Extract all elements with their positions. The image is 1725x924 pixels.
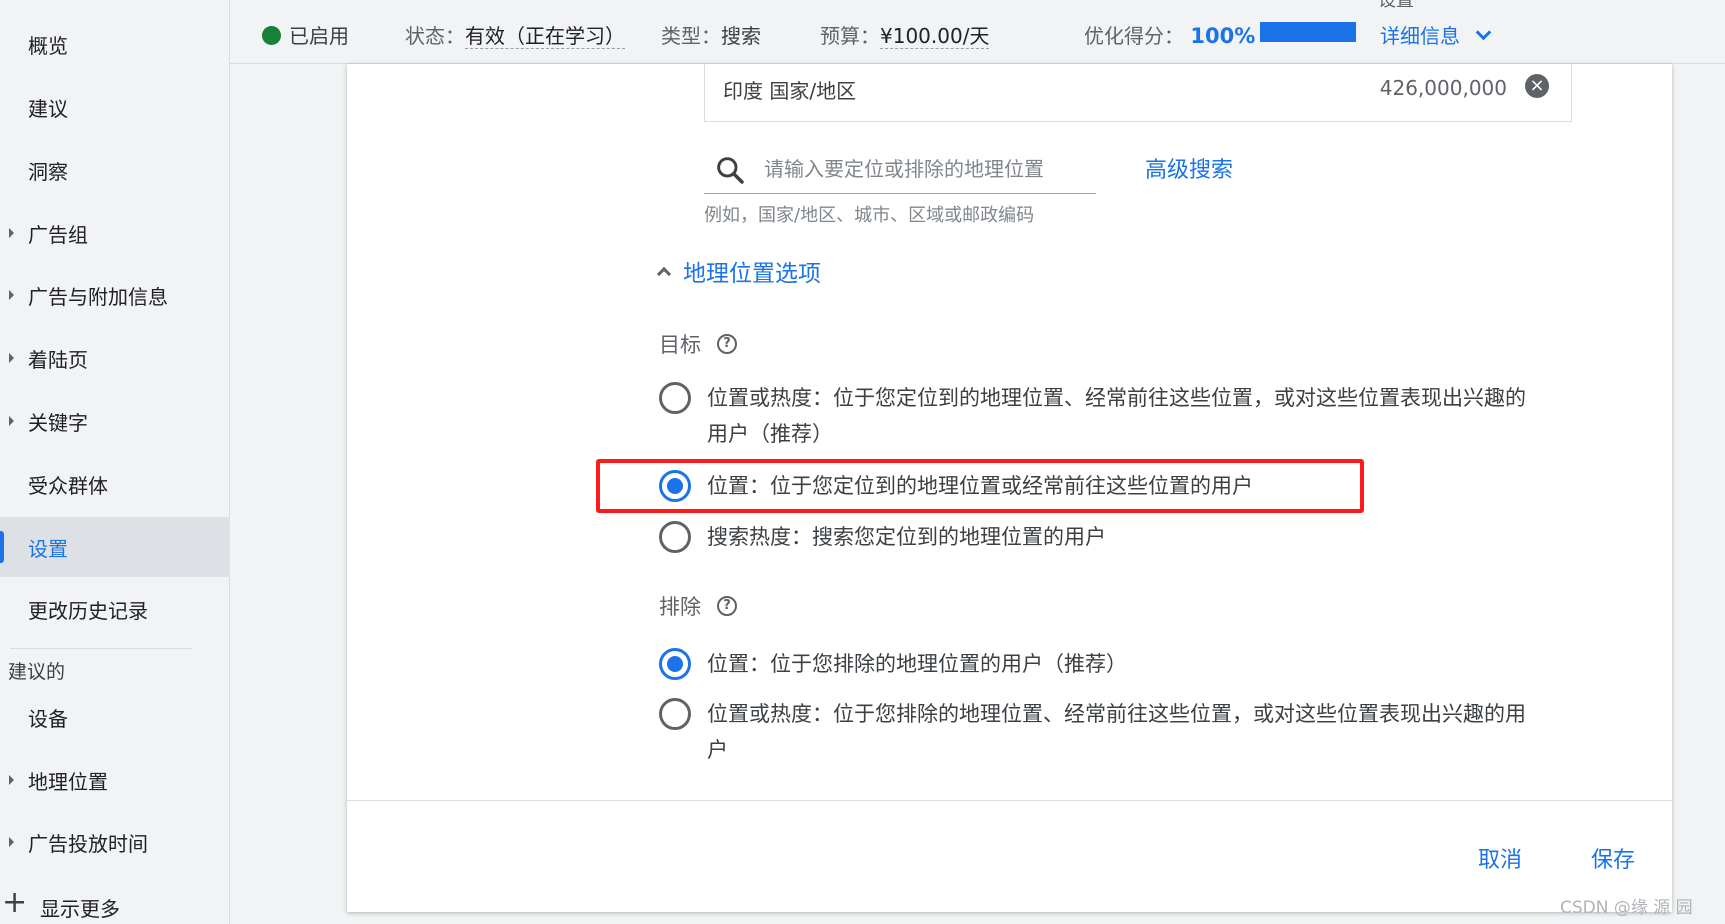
location-settings-panel: 印度 国家/地区 426,000,000 × 高级搜索 例如，国家/地区、城市、… [347,64,1672,912]
sidebar: 概览 建议 洞察 广告组 广告与附加信息 着陆页 关键字 受众群体 设置 更改历… [0,0,230,924]
sidebar-item-change-history[interactable]: 更改历史记录 [0,579,230,639]
target-section-label: 目标 ? [659,329,737,359]
target-option-search-interest[interactable]: 搜索热度：搜索您定位到的地理位置的用户 [659,519,1539,555]
status-dot-icon [262,26,281,45]
exclude-option-presence[interactable]: 位置：位于您排除的地理位置的用户（推荐） [659,646,1539,682]
caret-right-icon [9,416,14,426]
location-search-input[interactable] [764,154,1084,184]
sidebar-item-label: 关键字 [28,410,88,435]
caret-right-icon [9,775,14,785]
active-indicator [0,531,4,563]
exclude-section-label: 排除 ? [659,591,737,621]
score-value: 100% [1190,24,1256,48]
exclude-option-presence-or-interest[interactable]: 位置或热度：位于您排除的地理位置、经常前往这些位置，或对这些位置表现出兴趣的用户 [659,696,1539,768]
radio-label: 位置：位于您排除的地理位置的用户（推荐） [707,652,1127,676]
radio-button[interactable] [659,698,691,730]
sidebar-item-insights[interactable]: 洞察 [0,140,230,200]
location-name: 印度 国家/地区 [723,79,857,103]
enabled-status[interactable]: 已启用 [262,20,349,49]
exclude-label: 排除 [659,595,701,619]
sidebar-item-label: 建议 [28,96,68,121]
radio-button[interactable] [659,382,691,414]
target-label: 目标 [659,333,701,357]
page-title: 设置 [1378,0,1414,11]
state-info[interactable]: 状态：有效（正在学习） [405,20,625,49]
sidebar-item-ad-schedule[interactable]: 广告投放时间 [0,812,230,872]
help-icon[interactable]: ? [717,596,737,616]
sidebar-item-label: 设置 [28,536,68,561]
location-reach: 426,000,000 [1379,76,1507,100]
show-more-label: 显示更多 [40,896,120,921]
sidebar-item-label: 更改历史记录 [28,598,148,623]
radio-button[interactable] [659,648,691,680]
state-value: 有效（正在学习） [465,24,625,49]
score-progress-bar [1260,22,1356,42]
sidebar-item-audiences[interactable]: 受众群体 [0,454,230,514]
score-progress-fill [1260,22,1356,42]
location-options-toggle[interactable]: 地理位置选项 [656,254,821,288]
sidebar-item-label: 广告组 [28,222,88,247]
caret-right-icon [9,290,14,300]
caret-right-icon [9,228,14,238]
sidebar-item-label: 受众群体 [28,473,108,498]
remove-location-icon[interactable]: × [1525,74,1549,98]
sidebar-item-landing-pages[interactable]: 着陆页 [0,328,230,388]
sidebar-item-locations[interactable]: 地理位置 [0,750,230,810]
score-key: 优化得分： [1084,24,1184,48]
radio-label: 位置或热度：位于您定位到的地理位置、经常前往这些位置，或对这些位置表现出兴趣的用… [707,386,1526,446]
search-icon [717,157,744,184]
optimization-score[interactable]: 优化得分： 100% [1084,20,1255,49]
details-label: 详细信息 [1380,24,1460,48]
status-label: 已启用 [289,24,349,48]
sidebar-item-label: 着陆页 [28,347,88,372]
save-button[interactable]: 保存 [1591,842,1635,874]
sidebar-item-label: 广告投放时间 [28,831,148,856]
sidebar-item-devices[interactable]: 设备 [0,687,230,747]
sidebar-item-label: 设备 [28,706,68,731]
state-key: 状态： [405,24,465,48]
chevron-down-icon [1475,24,1492,41]
help-icon[interactable]: ? [717,334,737,354]
campaign-status-bar: 设置 已启用 状态：有效（正在学习） 类型：搜索 预算：¥100.00/天 优化… [230,0,1725,64]
location-options-label: 地理位置选项 [683,261,821,287]
radio-label: 位置或热度：位于您排除的地理位置、经常前往这些位置，或对这些位置表现出兴趣的用户 [707,702,1526,762]
sidebar-section-title: 建议的 [8,661,66,683]
sidebar-divider [10,648,192,649]
details-button[interactable]: 详细信息 [1380,20,1492,49]
show-more-button[interactable]: + 显示更多 [0,885,230,924]
sidebar-item-keywords[interactable]: 关键字 [0,391,230,451]
plus-icon: + [2,885,28,920]
sidebar-item-ad-groups[interactable]: 广告组 [0,203,230,263]
caret-right-icon [9,837,14,847]
sidebar-item-label: 广告与附加信息 [28,284,168,309]
sidebar-item-ads-extensions[interactable]: 广告与附加信息 [0,265,230,325]
chevron-up-icon [656,266,672,282]
budget-info[interactable]: 预算：¥100.00/天 [820,20,990,49]
sidebar-item-label: 洞察 [28,159,68,184]
radio-button[interactable] [659,521,691,553]
advanced-search-link[interactable]: 高级搜索 [1145,152,1233,184]
cancel-button[interactable]: 取消 [1478,842,1522,874]
sidebar-item-settings[interactable]: 设置 [0,517,230,577]
type-key: 类型： [661,24,721,48]
sidebar-item-recommendations[interactable]: 建议 [0,77,230,137]
radio-button[interactable] [659,470,691,502]
sidebar-item-overview[interactable]: 概览 [0,14,230,74]
targeted-location-row: 印度 国家/地区 426,000,000 × [704,64,1572,122]
sidebar-item-label: 概览 [28,33,68,58]
caret-right-icon [9,353,14,363]
radio-label: 搜索热度：搜索您定位到的地理位置的用户 [707,525,1106,549]
sidebar-item-label: 地理位置 [28,769,108,794]
search-hint: 例如，国家/地区、城市、区域或邮政编码 [704,205,1035,226]
footer-divider [347,800,1672,801]
location-search [704,144,1096,194]
budget-key: 预算： [820,24,880,48]
type-info: 类型：搜索 [661,20,761,49]
type-value: 搜索 [721,24,761,48]
watermark: CSDN @缘 源 园 [1560,898,1693,918]
target-option-presence-or-interest[interactable]: 位置或热度：位于您定位到的地理位置、经常前往这些位置，或对这些位置表现出兴趣的用… [659,380,1539,452]
budget-value: ¥100.00/天 [880,24,990,49]
radio-label: 位置：位于您定位到的地理位置或经常前往这些位置的用户 [707,474,1253,498]
target-option-presence[interactable]: 位置：位于您定位到的地理位置或经常前往这些位置的用户 [659,468,1539,504]
